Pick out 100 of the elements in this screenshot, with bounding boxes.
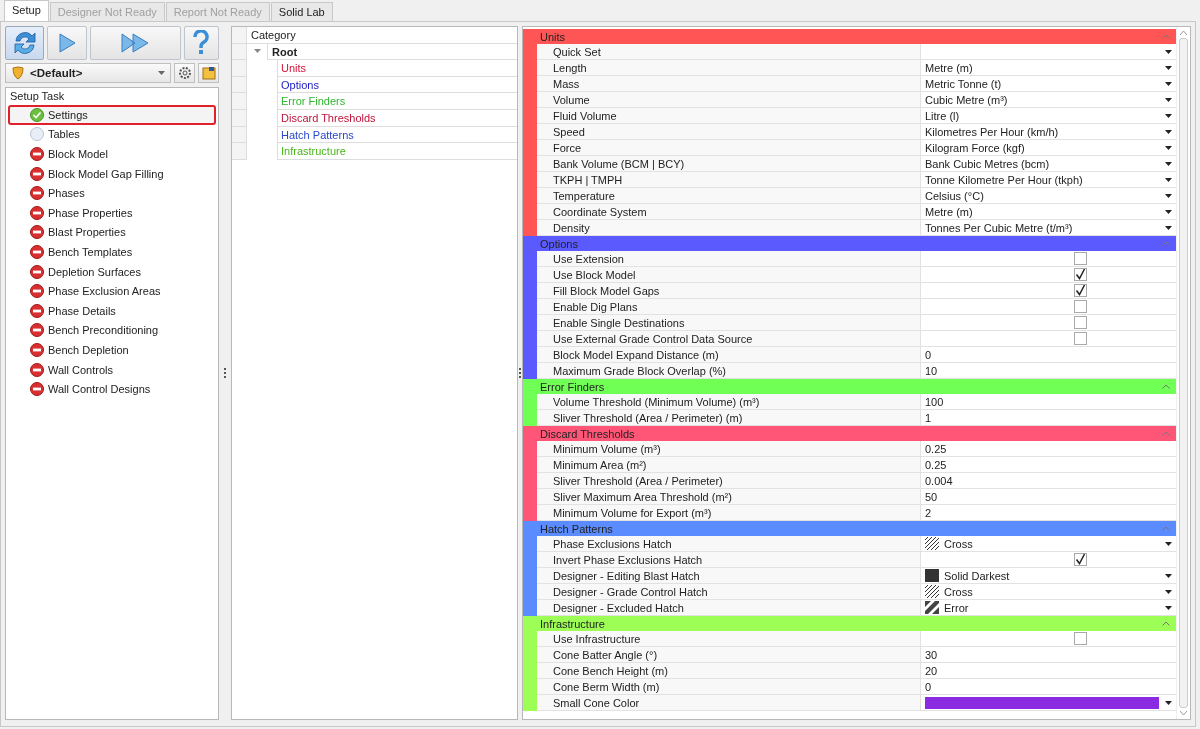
fast-forward-icon — [120, 32, 151, 54]
caret-icon — [1165, 177, 1172, 182]
text-field[interactable]: 2 — [921, 505, 1176, 520]
task-item[interactable]: Bench Depletion — [8, 340, 216, 360]
task-item[interactable]: Bench Preconditioning — [8, 320, 216, 341]
dropdown-field[interactable]: Metric Tonne (t) — [921, 76, 1176, 91]
section-header[interactable]: Infrastructure — [523, 616, 1176, 631]
text-field[interactable]: 30 — [921, 647, 1176, 662]
scrollbar[interactable] — [1176, 27, 1190, 719]
run-button[interactable] — [47, 26, 87, 60]
task-item[interactable]: Phases — [8, 183, 216, 203]
caret-icon — [1165, 113, 1172, 118]
tree-item[interactable]: Options — [277, 76, 517, 94]
section-header[interactable]: Hatch Patterns — [523, 521, 1176, 536]
property-label: Force — [537, 140, 921, 155]
blocked-icon — [30, 362, 44, 377]
scroll-up-icon[interactable] — [1180, 31, 1187, 35]
task-item[interactable]: Settings — [8, 105, 216, 125]
task-item[interactable]: Phase Exclusion Areas — [8, 281, 216, 301]
blocked-icon — [30, 186, 44, 201]
task-item[interactable]: Phase Properties — [8, 202, 216, 223]
run-all-button[interactable] — [89, 26, 181, 60]
property-label: Fluid Volume — [537, 108, 921, 123]
task-item[interactable]: Blast Properties — [8, 222, 216, 243]
task-item[interactable]: Wall Controls — [8, 359, 216, 380]
property-label: Use External Grade Control Data Source — [537, 331, 921, 346]
tree-item[interactable]: Root — [267, 43, 517, 61]
blocked-icon — [30, 303, 44, 318]
profile-dropdown[interactable]: <Default> — [5, 63, 171, 83]
task-item[interactable]: Tables — [8, 124, 216, 145]
tree-item[interactable]: Units — [277, 60, 517, 77]
text-field[interactable]: 100 — [921, 394, 1176, 409]
property-label: Enable Single Destinations — [537, 315, 921, 330]
property-label: Cone Bench Height (m) — [537, 663, 921, 678]
text-field[interactable]: 0 — [921, 679, 1176, 694]
scroll-down-icon[interactable] — [1180, 711, 1187, 715]
text-field[interactable]: 50 — [921, 489, 1176, 504]
text-field[interactable]: 0.004 — [921, 473, 1176, 488]
task-item[interactable]: Phase Details — [8, 300, 216, 321]
dropdown-field[interactable]: Kilogram Force (kgf) — [921, 140, 1176, 155]
splitter-grip-icon[interactable] — [223, 368, 227, 378]
collapse-icon[interactable] — [253, 49, 261, 54]
text-field[interactable]: 0.25 — [921, 441, 1176, 456]
collapse-icon[interactable] — [1162, 621, 1170, 626]
blocked-icon — [30, 382, 44, 397]
dropdown-field[interactable]: Cross — [921, 536, 1176, 551]
section-header[interactable]: Units — [523, 29, 1176, 44]
collapse-icon[interactable] — [1162, 431, 1170, 436]
help-icon — [192, 30, 211, 56]
checkbox[interactable] — [1074, 284, 1087, 297]
dropdown-field[interactable]: Metre (m) — [921, 204, 1176, 219]
panel-title: Setup Task — [9, 89, 66, 104]
checkbox[interactable] — [1074, 553, 1087, 566]
tab[interactable]: Setup — [4, 0, 49, 21]
dropdown-field[interactable]: Tonnes Per Cubic Metre (t/m³) — [921, 220, 1176, 235]
text-field[interactable]: 0 — [921, 347, 1176, 362]
property-label: Use Extension — [537, 251, 921, 266]
checkbox[interactable] — [1074, 316, 1087, 329]
note-button[interactable] — [198, 63, 219, 83]
text-field[interactable]: 1 — [921, 410, 1176, 425]
dropdown-field[interactable]: Metre (m) — [921, 60, 1176, 75]
dropdown-field[interactable]: Error — [921, 600, 1176, 615]
text-field[interactable]: 0.25 — [921, 457, 1176, 472]
help-button[interactable] — [183, 26, 219, 60]
property-label: Use Infrastructure — [537, 631, 921, 646]
property-label: Enable Dig Plans — [537, 299, 921, 314]
play-icon — [57, 32, 78, 54]
checkbox[interactable] — [1074, 332, 1087, 345]
tab[interactable]: Solid Lab — [270, 2, 333, 21]
dropdown-field[interactable]: Celsius (°C) — [921, 188, 1176, 203]
task-item[interactable]: Block Model Gap Filling — [8, 163, 216, 184]
settings-button[interactable] — [174, 63, 195, 83]
checkbox[interactable] — [1074, 632, 1087, 645]
task-item[interactable]: Depletion Surfaces — [8, 261, 216, 282]
text-field[interactable]: 10 — [921, 363, 1176, 378]
text-field[interactable]: 20 — [921, 663, 1176, 678]
solid-swatch-icon — [925, 569, 939, 582]
dropdown-field[interactable]: Litre (l) — [921, 108, 1176, 123]
dropdown-field[interactable]: Bank Cubic Metres (bcm) — [921, 156, 1176, 171]
tree-item[interactable]: Discard Thresholds — [277, 109, 517, 127]
caret-icon — [1165, 97, 1172, 102]
splitter-grip-icon[interactable] — [518, 368, 522, 378]
task-item[interactable]: Block Model — [8, 144, 216, 164]
dropdown-field[interactable]: Solid Darkest — [921, 568, 1176, 583]
checkbox[interactable] — [1074, 252, 1087, 265]
section-header[interactable]: Error Finders — [523, 379, 1176, 394]
task-item[interactable]: Wall Control Designs — [8, 379, 216, 399]
checkbox[interactable] — [1074, 268, 1087, 281]
dropdown-field[interactable]: Cubic Metre (m³) — [921, 92, 1176, 107]
task-item[interactable]: Bench Templates — [8, 242, 216, 262]
tree-item[interactable]: Hatch Patterns — [277, 126, 517, 144]
checkbox[interactable] — [1074, 300, 1087, 313]
dropdown-field[interactable]: Kilometres Per Hour (km/h) — [921, 124, 1176, 139]
column-header: Category — [247, 27, 517, 44]
refresh-button[interactable] — [5, 26, 45, 60]
dropdown-field[interactable]: Tonne Kilometre Per Hour (tkph) — [921, 172, 1176, 187]
diagonal-split-icon — [925, 601, 939, 614]
section-header[interactable]: Discard Thresholds — [523, 426, 1176, 441]
collapse-icon[interactable] — [1162, 384, 1170, 389]
dropdown-field[interactable]: Cross — [921, 584, 1176, 599]
